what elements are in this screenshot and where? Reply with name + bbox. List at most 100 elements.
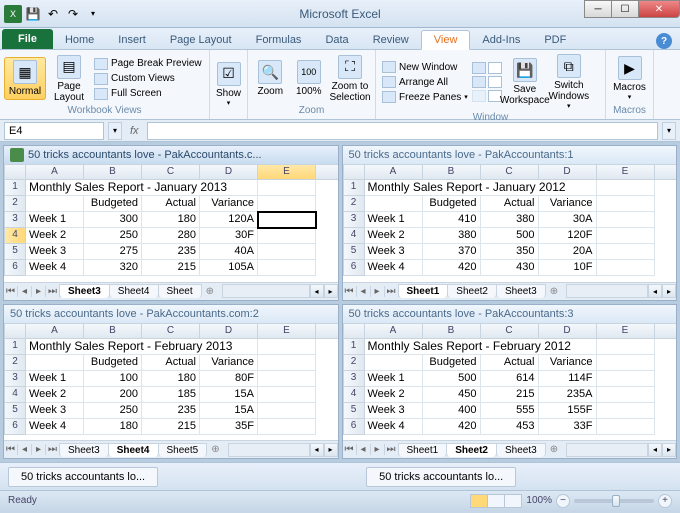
excel-icon[interactable]: X [4, 5, 22, 23]
cell[interactable]: 380 [481, 212, 539, 228]
column-label-cell[interactable]: Budgeted [84, 355, 142, 371]
cell[interactable]: 235 [142, 403, 200, 419]
sheet-tab[interactable]: Sheet5 [158, 443, 208, 457]
column-header[interactable]: C [142, 323, 200, 339]
next-sheet-icon[interactable]: ▸ [32, 286, 46, 297]
cell[interactable]: 420 [423, 260, 481, 276]
scroll-left-icon[interactable]: ◂ [648, 284, 662, 298]
full-screen-button[interactable]: Full Screen [92, 87, 204, 101]
cell[interactable]: 350 [481, 244, 539, 260]
tab-review[interactable]: Review [361, 31, 421, 49]
cell[interactable]: 33F [539, 419, 597, 435]
row-header[interactable]: 5 [4, 244, 26, 260]
horizontal-scrollbar[interactable] [566, 443, 648, 457]
cell[interactable]: 80F [200, 371, 258, 387]
horizontal-scrollbar[interactable] [566, 284, 648, 298]
cell[interactable]: 235 [142, 244, 200, 260]
tab-addins[interactable]: Add-Ins [470, 31, 532, 49]
first-sheet-icon[interactable]: ⏮ [343, 286, 357, 297]
cell[interactable] [26, 355, 84, 371]
cell[interactable] [597, 180, 655, 196]
zoom-button[interactable]: 🔍Zoom [252, 58, 289, 99]
row-header[interactable]: 5 [343, 244, 365, 260]
cell[interactable]: Week 3 [26, 244, 84, 260]
cell[interactable] [26, 196, 84, 212]
row-header[interactable]: 3 [4, 371, 26, 387]
cell[interactable]: 215 [142, 260, 200, 276]
column-header[interactable]: B [423, 323, 481, 339]
row-header[interactable]: 2 [4, 355, 26, 371]
tab-file[interactable]: File [2, 29, 53, 49]
cell[interactable]: 20A [539, 244, 597, 260]
column-label-cell[interactable]: Variance [539, 355, 597, 371]
sheet-tab[interactable]: Sheet3 [59, 443, 109, 457]
cell[interactable] [597, 371, 655, 387]
cell[interactable] [258, 355, 316, 371]
cell[interactable]: 320 [84, 260, 142, 276]
cell[interactable]: Week 2 [365, 387, 423, 403]
new-sheet-icon[interactable]: ⊕ [546, 444, 562, 455]
page-break-preview-button[interactable]: Page Break Preview [92, 57, 204, 71]
row-header[interactable]: 5 [343, 403, 365, 419]
last-sheet-icon[interactable]: ⏭ [46, 286, 60, 297]
column-header[interactable]: D [539, 323, 597, 339]
report-title-cell[interactable]: Monthly Sales Report - February 2013 [26, 339, 258, 355]
prev-sheet-icon[interactable]: ◂ [357, 286, 371, 297]
column-label-cell[interactable]: Variance [200, 355, 258, 371]
column-header[interactable]: E [597, 323, 655, 339]
first-sheet-icon[interactable]: ⏮ [4, 286, 18, 297]
cell[interactable]: 40A [200, 244, 258, 260]
column-label-cell[interactable]: Variance [539, 196, 597, 212]
cell[interactable] [258, 403, 316, 419]
cell[interactable] [258, 339, 316, 355]
column-header[interactable]: F [316, 164, 338, 180]
cell[interactable]: Week 1 [365, 212, 423, 228]
row-header[interactable]: 6 [343, 419, 365, 435]
row-header[interactable]: 1 [4, 180, 26, 196]
scroll-right-icon[interactable]: ▸ [662, 284, 676, 298]
row-header[interactable]: 4 [343, 228, 365, 244]
cell[interactable] [597, 196, 655, 212]
column-header[interactable]: E [258, 164, 316, 180]
cell[interactable]: Week 3 [365, 403, 423, 419]
sheet-tab[interactable]: Sheet3 [496, 443, 546, 457]
column-header[interactable]: A [365, 164, 423, 180]
page-layout-shortcut[interactable] [487, 494, 505, 508]
undo-icon[interactable]: ↶ [44, 5, 62, 23]
cell[interactable]: 35F [200, 419, 258, 435]
cell[interactable] [597, 387, 655, 403]
cell[interactable]: 30A [539, 212, 597, 228]
save-workspace-button[interactable]: 💾Save Workspace [504, 56, 546, 108]
select-all-corner[interactable] [4, 323, 26, 339]
scroll-left-icon[interactable]: ◂ [310, 284, 324, 298]
cell[interactable]: 185 [142, 387, 200, 403]
column-label-cell[interactable]: Budgeted [423, 196, 481, 212]
save-icon[interactable]: 💾 [24, 5, 42, 23]
tab-data[interactable]: Data [313, 31, 360, 49]
sheet-tab[interactable]: Sheet4 [109, 284, 159, 298]
row-header[interactable]: 6 [4, 260, 26, 276]
cell[interactable]: Week 4 [365, 419, 423, 435]
custom-views-button[interactable]: Custom Views [92, 72, 204, 86]
cell[interactable]: 500 [481, 228, 539, 244]
zoom-slider[interactable] [574, 499, 654, 503]
cell[interactable] [258, 180, 316, 196]
next-sheet-icon[interactable]: ▸ [371, 286, 385, 297]
cell[interactable]: 450 [423, 387, 481, 403]
cell[interactable]: Week 2 [365, 228, 423, 244]
column-header[interactable]: E [258, 323, 316, 339]
close-button[interactable]: ✕ [638, 0, 680, 18]
row-header[interactable]: 4 [343, 387, 365, 403]
cell[interactable]: 200 [84, 387, 142, 403]
new-window-button[interactable]: New Window [380, 60, 470, 74]
column-header[interactable]: F [655, 164, 677, 180]
column-header[interactable]: F [655, 323, 677, 339]
workbook-pane[interactable]: 50 tricks accountants love - PakAccounta… [342, 304, 678, 460]
horizontal-scrollbar[interactable] [222, 284, 309, 298]
cell[interactable]: Week 1 [26, 212, 84, 228]
cell[interactable]: 500 [423, 371, 481, 387]
column-label-cell[interactable]: Actual [142, 355, 200, 371]
scroll-right-icon[interactable]: ▸ [662, 443, 676, 457]
row-header[interactable]: 1 [343, 180, 365, 196]
column-header[interactable]: A [365, 323, 423, 339]
